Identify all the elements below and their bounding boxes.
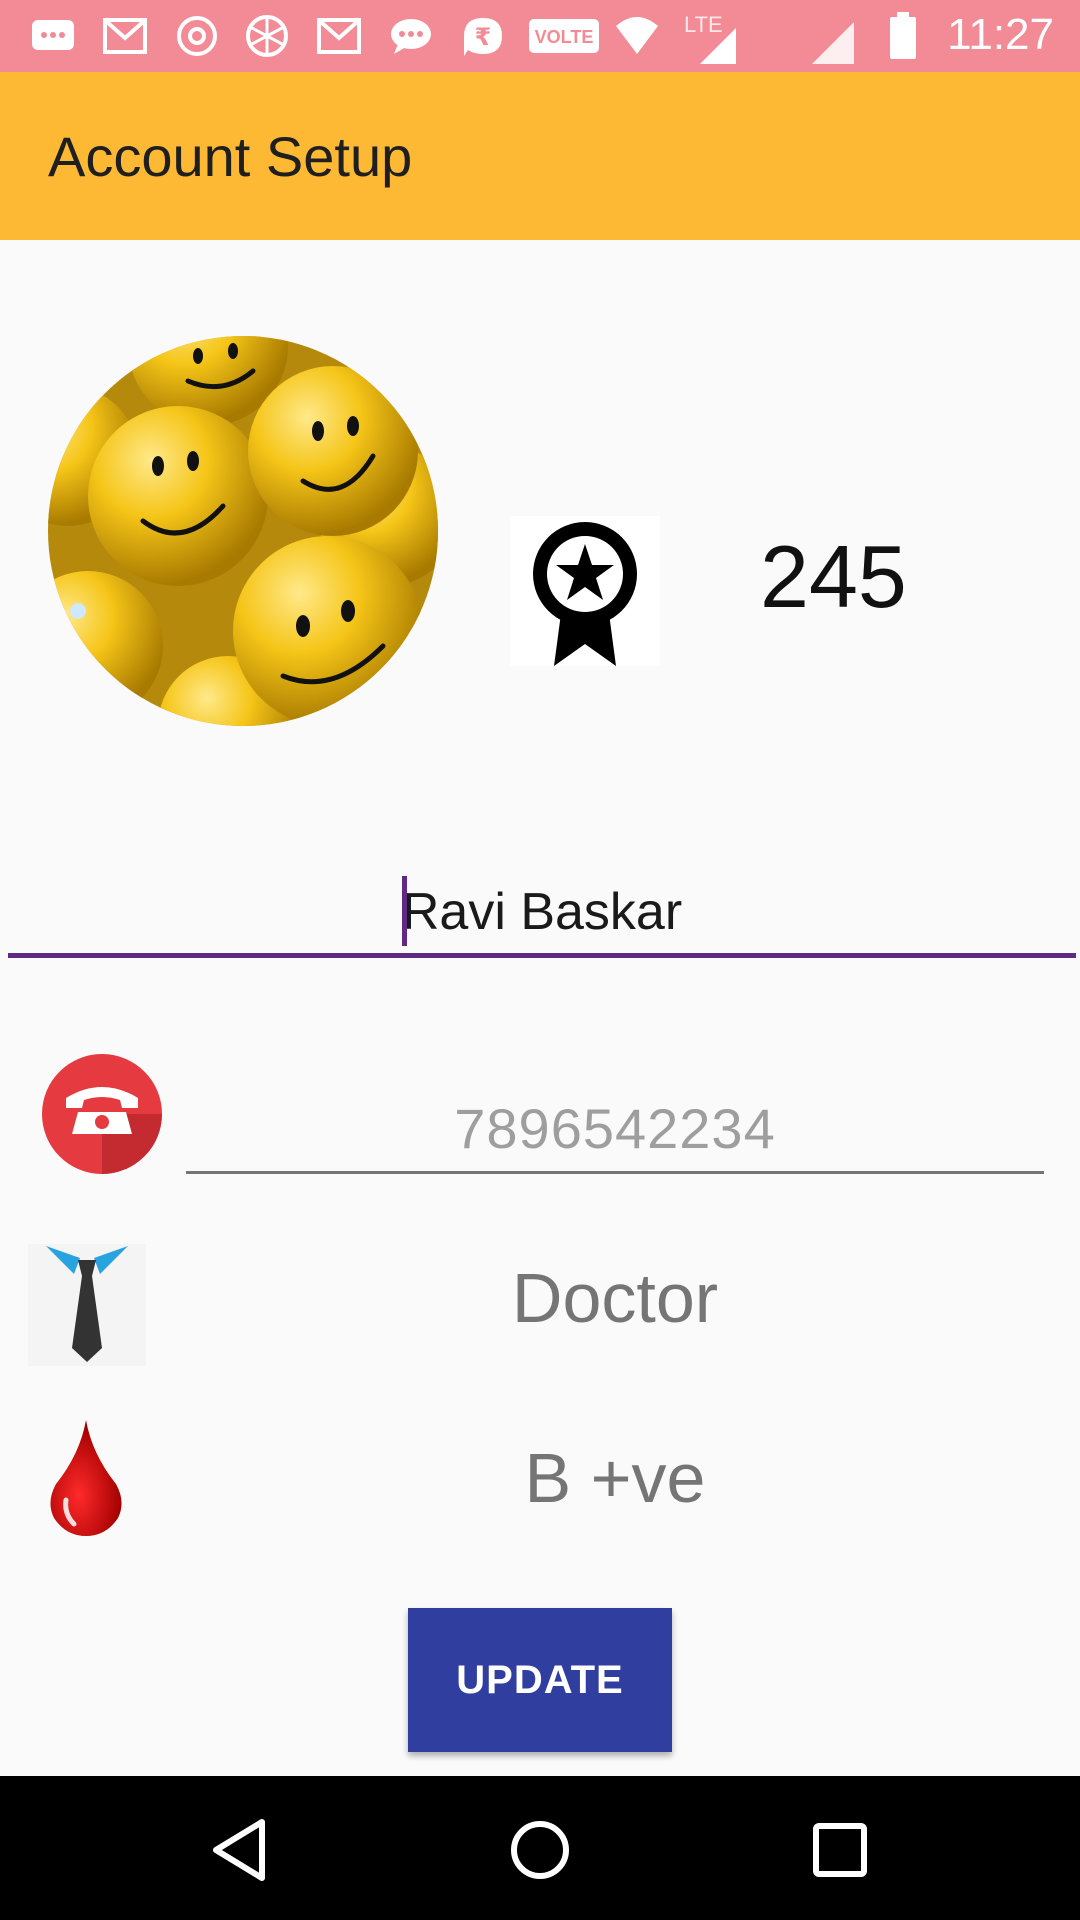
profile-avatar[interactable] (48, 336, 438, 726)
text-cursor (402, 876, 407, 946)
chat-icon (391, 19, 431, 54)
volte-icon: VOLTE (529, 19, 599, 53)
blood-group-value[interactable]: B +ve (186, 1438, 1044, 1518)
lte-label: LTE (684, 12, 723, 37)
phone-input-underline (186, 1171, 1044, 1174)
volte-label: VOLTE (535, 27, 594, 47)
award-ribbon-icon (533, 522, 637, 666)
points-value: 245 (760, 527, 907, 626)
account-setup-screen: ₹ VOLTE LTE 11:27 Account Setup 245 Ravi… (0, 0, 1080, 1920)
phone-icon (42, 1054, 162, 1174)
award-badge (510, 516, 660, 666)
blood-drop-icon (50, 1420, 122, 1536)
phone-input-value: 7896542234 (454, 1097, 776, 1160)
message-icon (32, 20, 74, 50)
rupee-icon: ₹ (464, 18, 502, 56)
signal-icon (812, 22, 854, 64)
gmail-icon (103, 18, 147, 54)
battery-icon (890, 12, 916, 59)
svg-text:₹: ₹ (475, 23, 492, 51)
app-bar: Account Setup (0, 72, 1080, 240)
status-bar: ₹ VOLTE LTE 11:27 (0, 0, 1080, 72)
home-icon[interactable] (502, 1812, 578, 1888)
occupation-value[interactable]: Doctor (186, 1258, 1044, 1338)
name-input-underline (8, 953, 1076, 958)
page-title: Account Setup (48, 125, 413, 188)
app-icon (246, 15, 288, 57)
navigation-bar (0, 1776, 1080, 1920)
update-button[interactable]: UPDATE (408, 1608, 672, 1752)
lte-signal-icon: LTE (684, 12, 736, 64)
chrome-icon (177, 16, 217, 56)
wifi-icon (616, 17, 658, 54)
tie-icon (28, 1244, 146, 1366)
phone-input[interactable]: 7896542234 (186, 1088, 1044, 1174)
gmail-icon (317, 18, 361, 54)
recents-icon[interactable] (802, 1812, 878, 1888)
smiley-avatar-image (48, 336, 438, 726)
status-time: 11:27 (947, 10, 1054, 59)
back-icon[interactable] (202, 1812, 278, 1888)
name-input-value: Ravi Baskar (401, 883, 683, 941)
name-input[interactable]: Ravi Baskar (8, 870, 1076, 958)
